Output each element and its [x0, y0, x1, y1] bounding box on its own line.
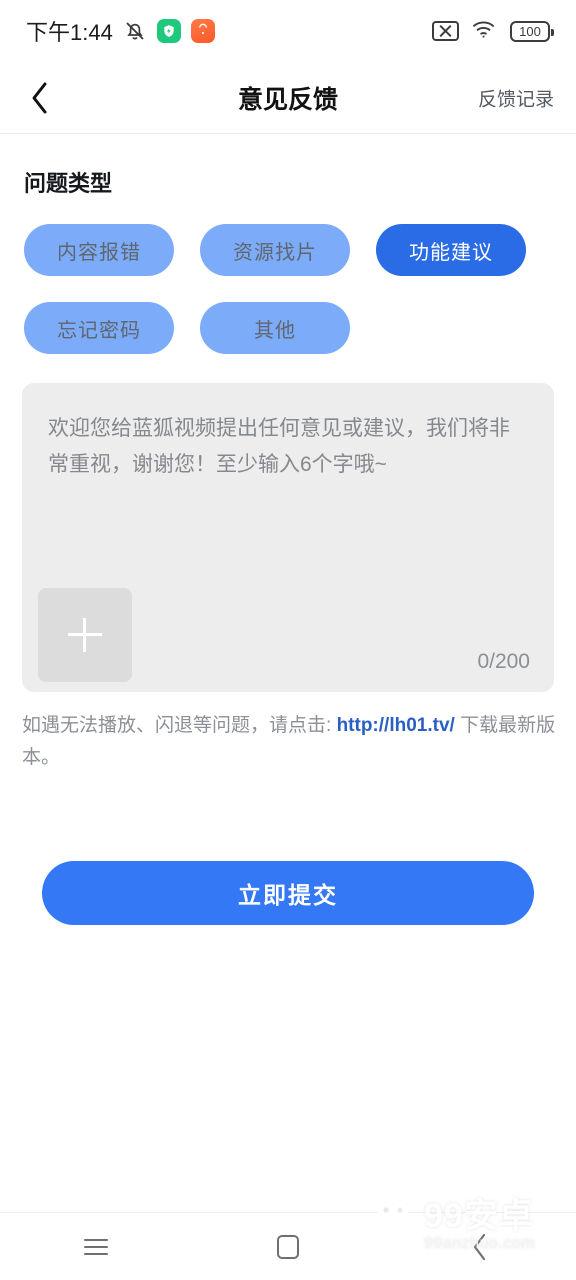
status-time: 下午1:44	[26, 20, 113, 45]
plus-icon	[68, 618, 102, 652]
square-icon	[277, 1234, 299, 1259]
problem-type-chip-group: 内容报错 资源找片 功能建议 忘记密码 其他	[24, 224, 552, 354]
green-app-icon	[156, 19, 181, 43]
status-bar: 下午1:44 100	[0, 0, 576, 62]
status-bar-left: 下午1:44	[26, 15, 215, 47]
download-hint: 如遇无法播放、闪退等问题，请点击: http://lh01.tv/ 下载最新版本…	[22, 710, 556, 774]
status-bar-right: 100	[432, 18, 554, 44]
orange-app-icon	[190, 19, 215, 43]
hint-prefix: 如遇无法播放、闪退等问题，请点击:	[22, 715, 337, 736]
submit-button[interactable]: 立即提交	[42, 861, 534, 925]
mute-bell-icon	[123, 19, 147, 43]
nav-back-button[interactable]	[435, 1213, 525, 1280]
battery-level: 100	[519, 23, 541, 39]
character-counter: 0/200	[477, 650, 530, 673]
feedback-panel[interactable]: 欢迎您给蓝狐视频提出任何意见或建议，我们将非常重视，谢谢您！至少输入6个字哦~ …	[22, 383, 554, 692]
chip-other[interactable]: 其他	[200, 302, 350, 354]
nav-home-button[interactable]	[243, 1213, 333, 1280]
download-link[interactable]: http://lh01.tv/	[337, 715, 455, 736]
feedback-history-link[interactable]: 反馈记录	[478, 84, 554, 111]
chip-resource-request[interactable]: 资源找片	[200, 224, 350, 276]
battery-icon: 100	[510, 20, 554, 42]
no-sim-icon	[432, 21, 459, 41]
chip-forgot-password[interactable]: 忘记密码	[24, 302, 174, 354]
chip-content-error[interactable]: 内容报错	[24, 224, 174, 276]
wifi-icon	[471, 18, 498, 44]
chip-feature-suggestion[interactable]: 功能建议	[376, 224, 526, 276]
system-navigation-bar	[0, 1212, 576, 1280]
nav-recents-button[interactable]	[51, 1213, 141, 1280]
app-header: 意见反馈 反馈记录	[0, 62, 576, 134]
app-screen: 下午1:44 100 意见反馈 反馈记录 问题类型 内容报错 资源找片 功能建议…	[0, 0, 576, 1280]
section-title-problem-type: 问题类型	[24, 171, 113, 196]
add-image-button[interactable]	[38, 588, 132, 682]
feedback-textarea-placeholder[interactable]: 欢迎您给蓝狐视频提出任何意见或建议，我们将非常重视，谢谢您！至少输入6个字哦~	[48, 411, 530, 483]
chevron-left-icon	[473, 1233, 486, 1260]
menu-icon	[84, 1234, 108, 1260]
